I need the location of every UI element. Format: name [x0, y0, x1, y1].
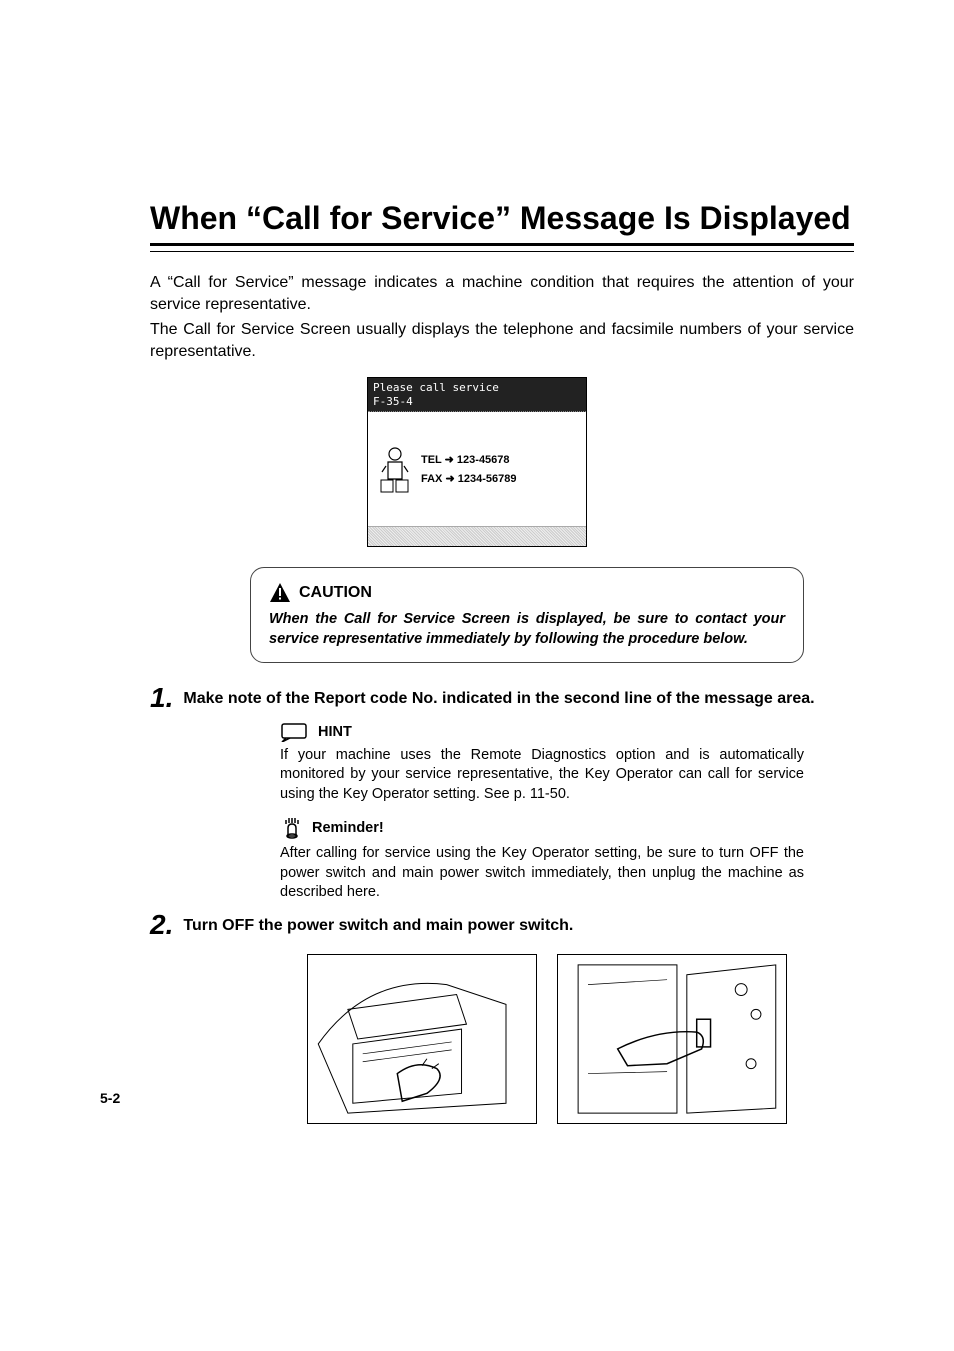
- hint-block: HINT If your machine uses the Remote Dia…: [280, 722, 804, 805]
- step-1-number: 1.: [150, 684, 173, 712]
- reminder-label: Reminder!: [312, 820, 384, 836]
- service-screen-contacts: TEL ➜ 123-45678 FAX ➜ 1234-56789: [421, 447, 516, 491]
- service-screen-message: Please call service: [373, 381, 581, 394]
- hint-text: If your machine uses the Remote Diagnost…: [280, 746, 804, 805]
- caution-callout: CAUTION When the Call for Service Screen…: [250, 567, 804, 662]
- fax-value: 1234-56789: [458, 473, 517, 485]
- step-2: 2. Turn OFF the power switch and main po…: [150, 915, 854, 939]
- hint-icon: [280, 722, 310, 742]
- service-screen-body: TEL ➜ 123-45678 FAX ➜ 1234-56789: [368, 412, 586, 527]
- power-switch-illustration-1: [307, 954, 537, 1124]
- service-person-icon: [378, 444, 413, 494]
- caution-icon: [269, 582, 291, 604]
- reminder-block: Reminder! After calling for service usin…: [280, 816, 804, 903]
- intro-paragraph-2: The Call for Service Screen usually disp…: [150, 319, 854, 362]
- reminder-text: After calling for service using the Key …: [280, 844, 804, 903]
- service-screen-header: Please call service F-35-4: [368, 378, 586, 411]
- hint-label: HINT: [318, 724, 352, 740]
- service-screen-illustration: Please call service F-35-4 TEL ➜ 123-456…: [367, 377, 587, 547]
- page-number: 5-2: [100, 1090, 120, 1106]
- page-title: When “Call for Service” Message Is Displ…: [150, 200, 854, 237]
- step-1-text: Make note of the Report code No. indicat…: [183, 688, 854, 710]
- title-rule-thin: [150, 251, 854, 252]
- service-screen-code: F-35-4: [373, 395, 581, 408]
- title-rule-thick: [150, 243, 854, 246]
- fax-label: FAX: [421, 473, 442, 485]
- intro-paragraph-1: A “Call for Service” message indicates a…: [150, 272, 854, 315]
- tel-value: 123-45678: [457, 454, 510, 466]
- service-screen-footer-bar: [368, 526, 586, 546]
- tel-label: TEL: [421, 454, 442, 466]
- step-2-number: 2.: [150, 911, 173, 939]
- reminder-icon: [280, 816, 304, 840]
- caution-label: CAUTION: [299, 584, 372, 602]
- step-1: 1. Make note of the Report code No. indi…: [150, 688, 854, 712]
- step-2-text: Turn OFF the power switch and main power…: [183, 915, 854, 937]
- caution-text: When the Call for Service Screen is disp…: [269, 610, 785, 649]
- power-switch-illustration-2: [557, 954, 787, 1124]
- illustration-row: [240, 954, 854, 1124]
